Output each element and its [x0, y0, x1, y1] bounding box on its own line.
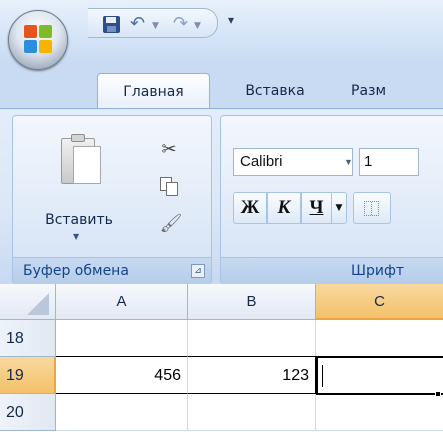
- cell-a20[interactable]: [56, 394, 188, 431]
- chevron-down-icon[interactable]: ▼: [344, 149, 356, 175]
- cell-b18[interactable]: [188, 320, 316, 357]
- paste-icon: [61, 134, 103, 188]
- column-header-row: A B C: [0, 284, 443, 320]
- clipboard-group: Вставить ▼ ✂ 🖌 Буфер обмена ⊿: [12, 115, 212, 285]
- column-header-a[interactable]: A: [56, 284, 188, 320]
- copy-icon[interactable]: [157, 174, 181, 198]
- tab-home[interactable]: Главная: [97, 73, 210, 109]
- tab-page-layout[interactable]: Разм: [351, 73, 443, 109]
- quick-access-toolbar: ↶ ▼ ↷ ▼: [88, 8, 218, 38]
- redo-icon[interactable]: ↷: [173, 15, 188, 33]
- row-header[interactable]: 19: [0, 357, 56, 394]
- borders-button[interactable]: [353, 192, 391, 224]
- font-size-select[interactable]: 1: [359, 148, 419, 176]
- table-row: 18: [0, 320, 443, 357]
- italic-button[interactable]: К: [267, 192, 301, 224]
- select-all-button[interactable]: [0, 284, 56, 320]
- customize-qat-icon[interactable]: ▾: [228, 13, 234, 27]
- row-header[interactable]: 20: [0, 394, 56, 431]
- font-group: Calibri ▼ 1 Ж К Ч ▼ Шрифт: [220, 115, 443, 285]
- save-icon[interactable]: [103, 16, 120, 33]
- clipboard-group-label: Буфер обмена: [13, 257, 211, 284]
- font-name-value: Calibri: [240, 153, 283, 170]
- active-cell-c19[interactable]: [316, 356, 443, 397]
- cell-a19[interactable]: 456: [56, 356, 188, 394]
- redo-dropdown-icon[interactable]: ▼: [194, 17, 201, 35]
- column-header-b[interactable]: B: [188, 284, 316, 320]
- cell-b19[interactable]: 123: [188, 356, 316, 394]
- bold-button[interactable]: Ж: [233, 192, 267, 224]
- office-logo-icon: [24, 25, 52, 53]
- underline-dropdown-icon[interactable]: ▼: [331, 192, 347, 224]
- paste-button[interactable]: Вставить ▼: [29, 126, 129, 246]
- cell-b20[interactable]: [188, 394, 316, 431]
- undo-dropdown-icon[interactable]: ▼: [152, 17, 159, 35]
- font-name-select[interactable]: Calibri ▼: [233, 148, 353, 176]
- cell-a18[interactable]: [56, 320, 188, 357]
- cell-c20[interactable]: [316, 394, 443, 431]
- worksheet-grid: A B C 18 19 456 123 20: [0, 284, 443, 445]
- dialog-launcher-icon[interactable]: ⊿: [191, 264, 205, 278]
- office-button[interactable]: [8, 10, 68, 70]
- table-row: 19 456 123: [0, 356, 443, 397]
- paste-label: Вставить: [45, 212, 113, 228]
- undo-icon[interactable]: ↶: [130, 15, 145, 33]
- paste-dropdown-icon[interactable]: ▼: [73, 232, 79, 241]
- column-header-c[interactable]: C: [316, 284, 443, 320]
- font-group-label: Шрифт: [221, 257, 443, 284]
- text-cursor: [322, 365, 323, 387]
- underline-button[interactable]: Ч: [301, 192, 331, 224]
- table-row: 20: [0, 394, 443, 431]
- cut-icon[interactable]: ✂: [157, 138, 181, 162]
- borders-icon: [364, 201, 379, 216]
- row-header[interactable]: 18: [0, 320, 56, 357]
- cell-c18[interactable]: [316, 320, 443, 357]
- format-painter-icon[interactable]: 🖌: [159, 212, 183, 236]
- ribbon: Вставить ▼ ✂ 🖌 Буфер обмена ⊿ Calibri ▼ …: [0, 108, 443, 285]
- ribbon-tabs: Главная Вставка Разм: [0, 64, 443, 109]
- tab-insert[interactable]: Вставка: [225, 73, 325, 109]
- title-bar: ↶ ▼ ↷ ▼ ▾: [0, 0, 443, 70]
